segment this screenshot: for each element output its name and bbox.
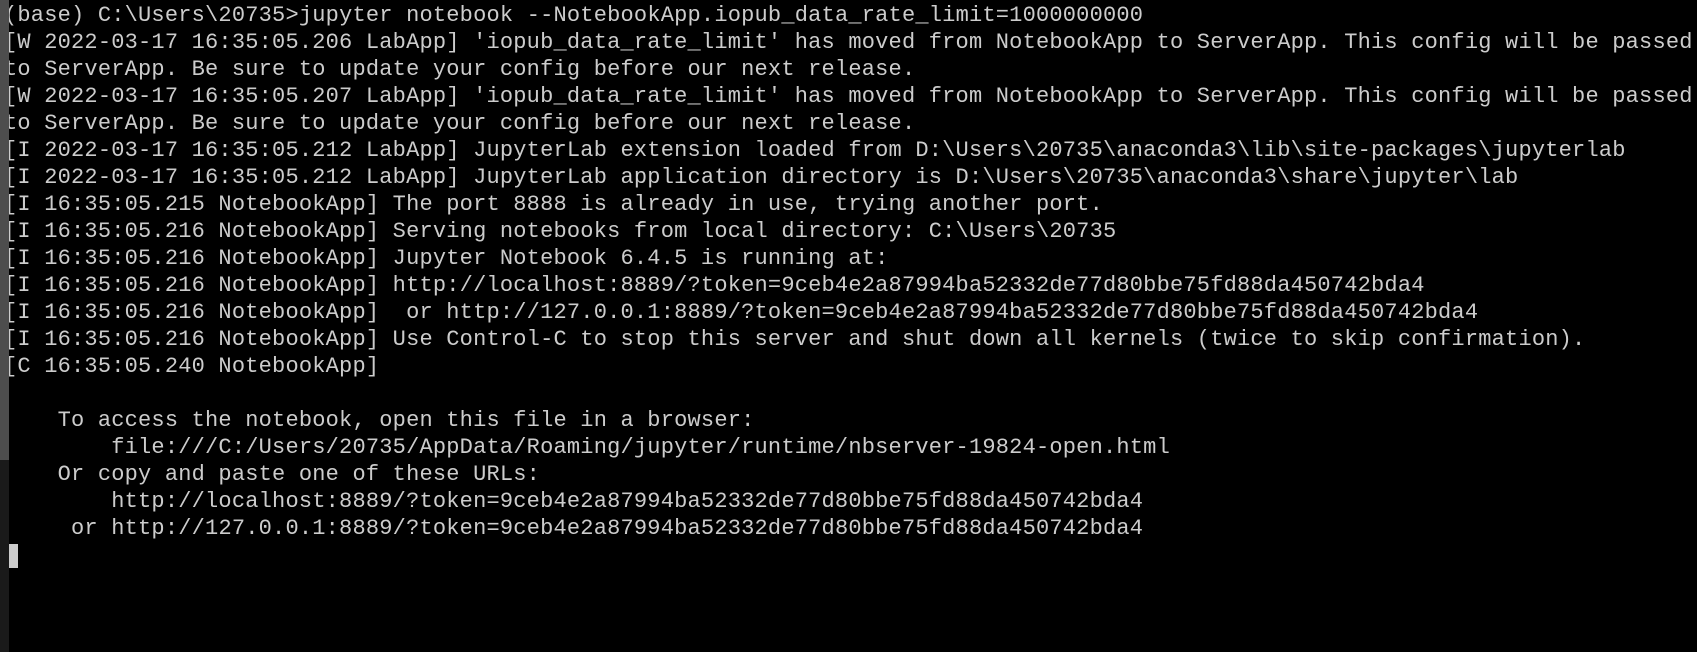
log-line: or http://127.0.0.1:8889/?token=9ceb4e2a… <box>4 516 1143 541</box>
scrollbar-track[interactable] <box>0 0 9 652</box>
terminal-output[interactable]: (base) C:\Users\20735>jupyter notebook -… <box>0 0 1697 569</box>
scrollbar-thumb[interactable] <box>0 0 9 460</box>
log-line: [W 2022-03-17 16:35:05.207 LabApp] 'iopu… <box>4 84 1697 136</box>
log-line: [I 2022-03-17 16:35:05.212 LabApp] Jupyt… <box>4 138 1626 163</box>
log-line: Or copy and paste one of these URLs: <box>4 462 540 487</box>
log-line: [W 2022-03-17 16:35:05.206 LabApp] 'iopu… <box>4 30 1697 82</box>
log-line: To access the notebook, open this file i… <box>4 408 755 433</box>
log-line: file:///C:/Users/20735/AppData/Roaming/j… <box>4 435 1170 460</box>
command-text: jupyter notebook --NotebookApp.iopub_dat… <box>299 3 1143 28</box>
log-line: [I 16:35:05.215 NotebookApp] The port 88… <box>4 192 1103 217</box>
log-line: [I 16:35:05.216 NotebookApp] Jupyter Not… <box>4 246 889 271</box>
prompt: (base) C:\Users\20735> <box>4 3 299 28</box>
log-line: [I 2022-03-17 16:35:05.212 LabApp] Jupyt… <box>4 165 1518 190</box>
log-line: [I 16:35:05.216 NotebookApp] Use Control… <box>4 327 1585 352</box>
log-line: [C 16:35:05.240 NotebookApp] <box>4 354 379 379</box>
log-line: [I 16:35:05.216 NotebookApp] or http://1… <box>4 300 1478 325</box>
log-line: [I 16:35:05.216 NotebookApp] http://loca… <box>4 273 1425 298</box>
log-line: http://localhost:8889/?token=9ceb4e2a879… <box>4 489 1143 514</box>
log-line: [I 16:35:05.216 NotebookApp] Serving not… <box>4 219 1116 244</box>
